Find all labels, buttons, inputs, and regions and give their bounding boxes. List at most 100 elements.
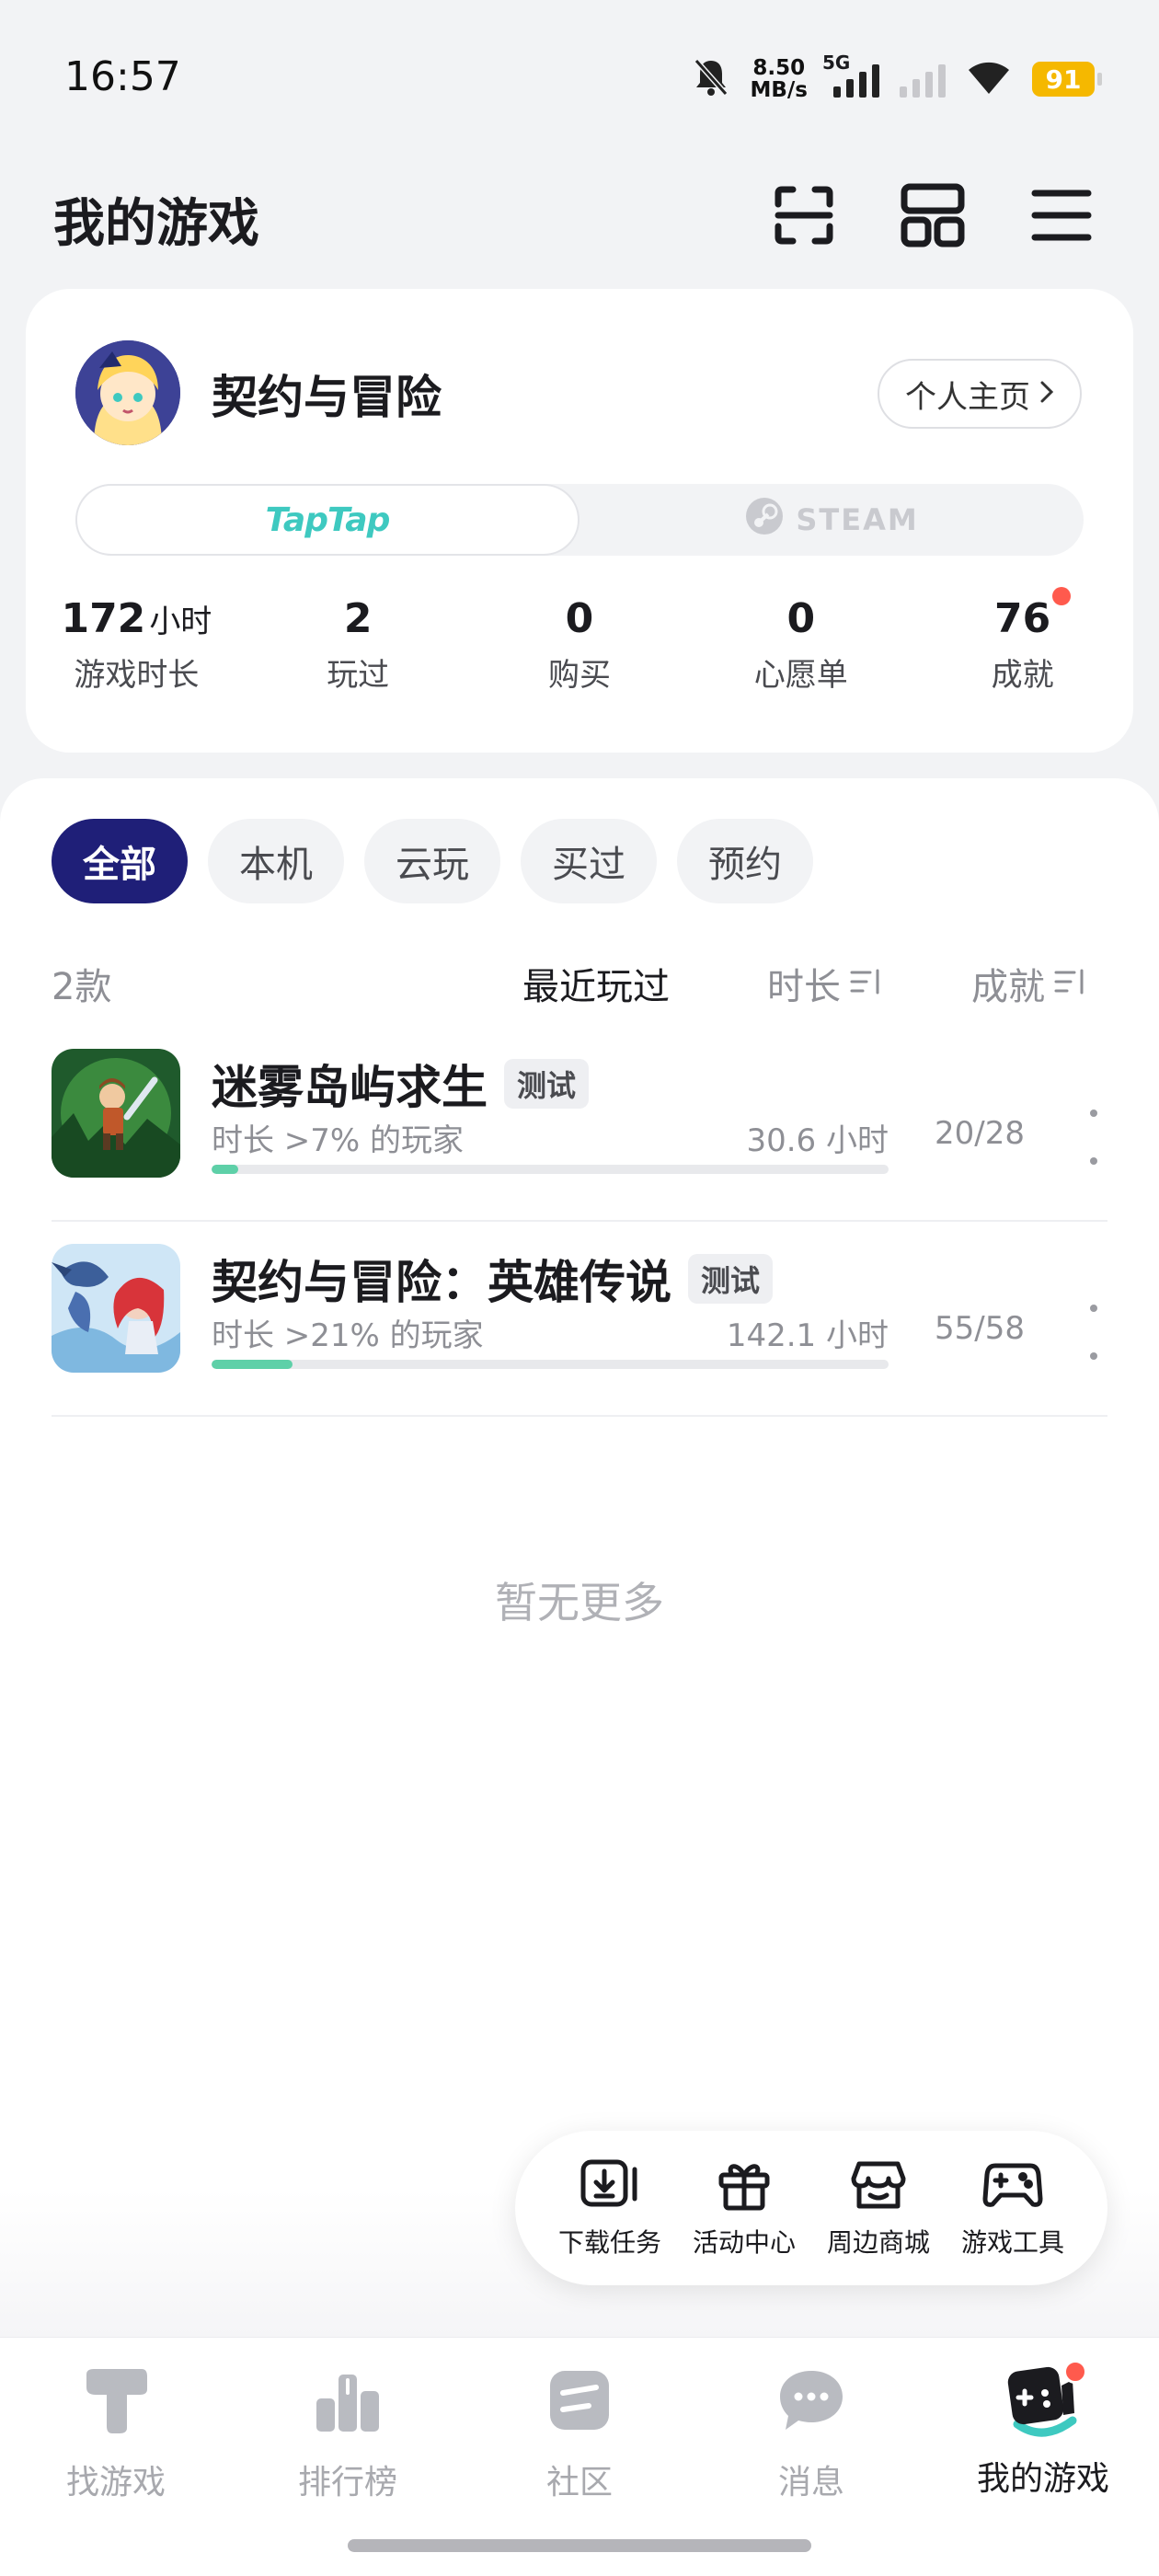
game-icon-mist-island[interactable]	[52, 1049, 180, 1178]
nav-label: 社区	[545, 2464, 613, 2501]
stat-purchased-label: 购买	[547, 657, 611, 694]
play-progress-bar	[212, 1360, 889, 1369]
homepage-label: 个人主页	[905, 378, 1030, 416]
stat-played-value: 2	[343, 595, 373, 642]
filter-chip-reserved[interactable]: 预约	[677, 819, 813, 903]
achievement-count: 20/28	[935, 1115, 1025, 1152]
sort-order-icon	[1054, 962, 1085, 1005]
stat-play-time-unit: 小时	[149, 604, 212, 640]
filter-chips: 全部 本机 云玩 买过 预约	[52, 819, 813, 903]
steam-icon	[744, 496, 785, 544]
sort-recent[interactable]: 最近玩过	[522, 957, 670, 1010]
game-title: 契约与冒险：英雄传说	[212, 1256, 671, 1309]
tab-taptap[interactable]: TapTap	[75, 484, 580, 556]
taptap-t-icon	[81, 2365, 151, 2439]
nav-label: 排行榜	[297, 2464, 397, 2501]
ranking-icon	[313, 2365, 383, 2439]
avatar[interactable]	[75, 340, 180, 445]
message-icon	[776, 2365, 846, 2439]
play-hours: 30.6 小时	[746, 1122, 889, 1159]
stat-achievements[interactable]: 76 成就	[931, 587, 1115, 721]
menu-icon[interactable]	[1027, 180, 1096, 250]
game-name-row: 契约与冒险：英雄传说 测试	[212, 1246, 774, 1312]
scan-icon[interactable]	[769, 180, 839, 250]
game-count: 2款	[52, 966, 112, 1008]
tool-download-tasks[interactable]: 下载任务	[545, 2156, 674, 2260]
sort-recent-label: 最近玩过	[522, 966, 670, 1008]
profile-card: 契约与冒险 个人主页 TapTap STEAM 172 小时 游戏时长 2 玩过…	[26, 289, 1133, 753]
stat-played[interactable]: 2 玩过	[266, 592, 450, 721]
play-progress-fill	[212, 1360, 293, 1369]
stat-achievements-value: 76	[993, 595, 1051, 642]
chevron-right-icon	[1039, 375, 1054, 412]
home-indicator[interactable]	[348, 2539, 811, 2552]
app-header: 我的游戏	[0, 147, 1159, 276]
nav-my-games[interactable]: 我的游戏	[927, 2360, 1159, 2500]
nav-find-games[interactable]: 找游戏	[0, 2365, 232, 2503]
bell-off-icon	[693, 57, 729, 101]
battery-icon: 91	[1032, 62, 1102, 97]
achievement-count: 55/58	[935, 1310, 1025, 1347]
sort-duration[interactable]: 时长	[767, 957, 881, 1010]
nav-ranking[interactable]: 排行榜	[232, 2365, 464, 2503]
stats-row: 172 小时 游戏时长 2 玩过 0 购买 0 心愿单 76 成就	[26, 587, 1133, 721]
nav-label: 我的游戏	[976, 2460, 1109, 2498]
sort-achievement[interactable]: 成就	[971, 957, 1085, 1010]
tool-game-tools[interactable]: 游戏工具	[948, 2156, 1077, 2260]
stat-achievements-label: 成就	[991, 657, 1054, 694]
tool-label: 下载任务	[557, 2227, 661, 2258]
game-row[interactable]: 迷雾岛屿求生 测试 时长 >7% 的玩家 30.6 小时 20/28	[52, 1027, 1107, 1222]
status-bar: 16:57 8.50 MB/s 5G 91	[0, 0, 1159, 147]
tool-store[interactable]: 周边商城	[814, 2156, 943, 2260]
sort-row: 2款 最近玩过 时长 成就	[52, 940, 1107, 1014]
nav-community[interactable]: 社区	[464, 2365, 695, 2503]
sort-order-icon	[850, 962, 881, 1005]
notification-dot	[1063, 2360, 1087, 2384]
game-icon-contract-adventure[interactable]	[52, 1244, 180, 1373]
game-name-row: 迷雾岛屿求生 测试	[212, 1051, 590, 1117]
my-games-icon	[1001, 2360, 1087, 2437]
net-speed-value: 8.50	[752, 56, 806, 80]
tool-events[interactable]: 活动中心	[680, 2156, 809, 2260]
tab-steam[interactable]: STEAM	[580, 484, 1084, 556]
grid-layout-icon[interactable]	[898, 180, 968, 250]
games-sheet: 全部 本机 云玩 买过 预约 2款 最近玩过 时长 成就 迷雾岛屿求生 测试 时…	[0, 778, 1159, 2342]
filter-chip-local[interactable]: 本机	[208, 819, 344, 903]
stat-play-time-value: 172	[61, 595, 146, 642]
page-title: 我的游戏	[53, 194, 259, 254]
stat-play-time[interactable]: 172 小时 游戏时长	[44, 592, 228, 721]
play-hours: 142.1 小时	[726, 1317, 889, 1354]
game-row[interactable]: 契约与冒险：英雄传说 测试 时长 >21% 的玩家 142.1 小时 55/58	[52, 1222, 1107, 1417]
no-more-text: 暂无更多	[495, 1578, 664, 1627]
filter-chip-cloud[interactable]: 云玩	[364, 819, 500, 903]
tool-label: 活动中心	[692, 2227, 796, 2258]
steam-label: STEAM	[796, 502, 919, 537]
filter-chip-bought[interactable]: 买过	[521, 819, 657, 903]
gamepad-icon	[982, 2156, 1043, 2215]
test-badge: 测试	[504, 1059, 590, 1109]
nav-label: 消息	[777, 2464, 844, 2501]
play-progress-bar	[212, 1165, 889, 1174]
net-speed: 8.50 MB/s	[750, 57, 808, 101]
stat-wishlist[interactable]: 0 心愿单	[709, 592, 893, 721]
stat-purchased[interactable]: 0 购买	[488, 592, 671, 721]
game-title: 迷雾岛屿求生	[212, 1061, 488, 1114]
quick-tools-bar: 下载任务 活动中心 周边商城 游戏工具	[515, 2131, 1107, 2285]
platform-toggle: TapTap STEAM	[75, 484, 1084, 556]
homepage-button[interactable]: 个人主页	[878, 359, 1082, 429]
more-options-icon[interactable]	[1080, 1305, 1107, 1360]
more-options-icon[interactable]	[1080, 1110, 1107, 1165]
stat-purchased-value: 0	[565, 595, 594, 642]
net-speed-unit: MB/s	[750, 78, 808, 102]
signal-icon: 5G	[822, 52, 879, 98]
tool-label: 游戏工具	[960, 2227, 1064, 2258]
profile-name: 契约与冒险	[212, 371, 442, 424]
tool-label: 周边商城	[826, 2227, 930, 2258]
test-badge: 测试	[688, 1254, 774, 1304]
filter-chip-all[interactable]: 全部	[52, 819, 188, 903]
nav-messages[interactable]: 消息	[695, 2365, 927, 2503]
play-percentile: 时长 >21% 的玩家	[212, 1317, 484, 1354]
stat-wishlist-value: 0	[786, 595, 816, 642]
status-icons: 8.50 MB/s 5G 91	[693, 52, 1102, 107]
nav-label: 找游戏	[65, 2464, 166, 2501]
